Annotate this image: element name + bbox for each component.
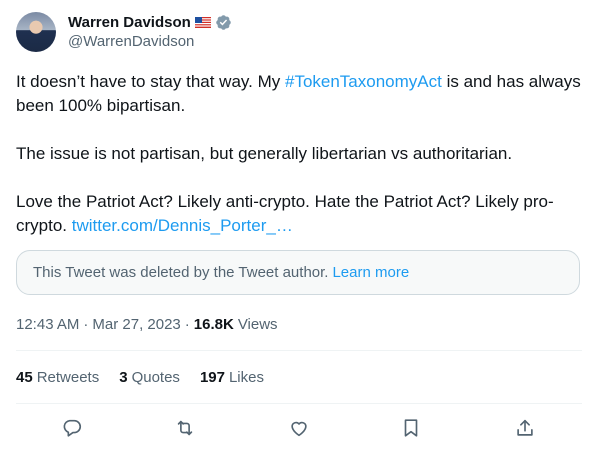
tweet-text-line1-before: It doesn’t have to stay that way. My — [16, 72, 285, 91]
reply-button[interactable] — [60, 416, 84, 440]
tweet-text-para2: The issue is not partisan, but generally… — [16, 144, 513, 163]
tweet-detail: Warren Davidson @WarrenDavidson It doesn… — [0, 0, 598, 451]
avatar[interactable] — [16, 12, 56, 52]
tweet-date[interactable]: Mar 27, 2023 — [92, 316, 180, 333]
tweet-meta: 12:43 AM · Mar 27, 2023 · 16.8K Views — [16, 314, 278, 334]
action-bar — [0, 404, 598, 451]
like-button[interactable] — [287, 416, 311, 440]
retweets-stat[interactable]: 45 Retweets — [16, 369, 99, 386]
quoted-url-link[interactable]: twitter.com/Dennis_Porter_… — [72, 216, 293, 235]
retweets-label: Retweets — [36, 368, 100, 386]
hashtag-link[interactable]: #TokenTaxonomyAct — [285, 72, 442, 91]
display-name[interactable]: Warren Davidson — [68, 14, 191, 31]
share-button[interactable] — [513, 416, 537, 440]
deleted-quote-text: This Tweet was deleted by the Tweet auth… — [33, 264, 329, 281]
author-name-row: Warren Davidson — [68, 12, 232, 32]
learn-more-link[interactable]: Learn more — [332, 264, 409, 281]
likes-stat[interactable]: 197 Likes — [200, 369, 264, 386]
retweet-button[interactable] — [173, 416, 197, 440]
bookmark-icon — [404, 419, 418, 437]
tweet-text: It doesn’t have to stay that way. My #To… — [16, 70, 582, 238]
verified-badge-icon[interactable] — [215, 14, 232, 31]
quotes-stat[interactable]: 3 Quotes — [119, 369, 180, 386]
share-icon — [517, 419, 533, 436]
meta-separator: · — [83, 315, 89, 333]
views-count: 16.8K — [193, 315, 234, 333]
us-flag-icon — [194, 16, 211, 28]
heart-icon — [291, 421, 307, 437]
engagement-stats: 45 Retweets 3 Quotes 197 Likes — [16, 366, 284, 388]
retweet-icon — [177, 420, 193, 436]
divider — [16, 350, 582, 351]
retweets-count: 45 — [16, 368, 33, 386]
quotes-label: Quotes — [131, 368, 180, 386]
deleted-quote-card: This Tweet was deleted by the Tweet auth… — [16, 250, 580, 295]
bookmark-button[interactable] — [399, 416, 423, 440]
views-label: Views — [237, 315, 278, 333]
reply-icon — [63, 419, 82, 437]
author-handle[interactable]: @WarrenDavidson — [68, 33, 194, 50]
quotes-count: 3 — [119, 368, 128, 386]
likes-count: 197 — [199, 368, 225, 386]
tweet-time[interactable]: 12:43 AM — [16, 316, 79, 333]
meta-separator: · — [184, 315, 190, 333]
likes-label: Likes — [228, 368, 264, 386]
